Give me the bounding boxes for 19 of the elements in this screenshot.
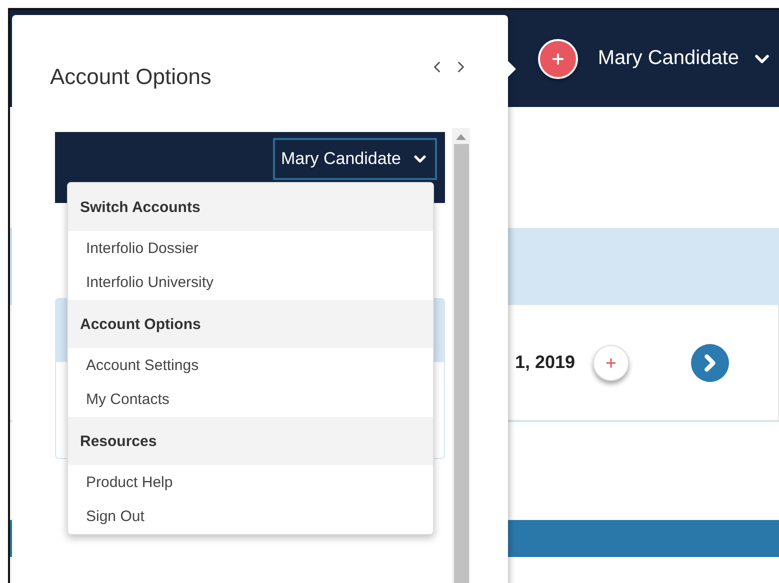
user-menu[interactable]: Mary Candidate [272,138,437,180]
scroll-up-icon[interactable] [456,134,466,140]
user-menu[interactable]: Mary Candidate [598,47,773,70]
next-button[interactable] [691,344,730,382]
plus-icon [550,50,566,66]
menu-section-title: Account Options [68,300,433,348]
menu-item[interactable]: My Contacts [68,382,433,417]
menu-section-title: Resources [68,417,433,465]
scrollbar[interactable] [452,128,470,583]
menu-item[interactable]: Interfolio University [68,266,433,300]
plus-icon [604,356,618,370]
menu-item[interactable]: Product Help [68,465,433,500]
menu-item[interactable]: Interfolio Dossier [68,231,433,266]
menu-item[interactable]: Account Settings [68,348,433,382]
scroll-thumb[interactable] [454,144,468,583]
date-text: 1, 2019 [515,352,576,373]
menu-item[interactable]: Sign Out [68,500,433,534]
popover-title: Account Options [50,64,212,90]
menu-section-title: Switch Accounts [68,183,433,231]
